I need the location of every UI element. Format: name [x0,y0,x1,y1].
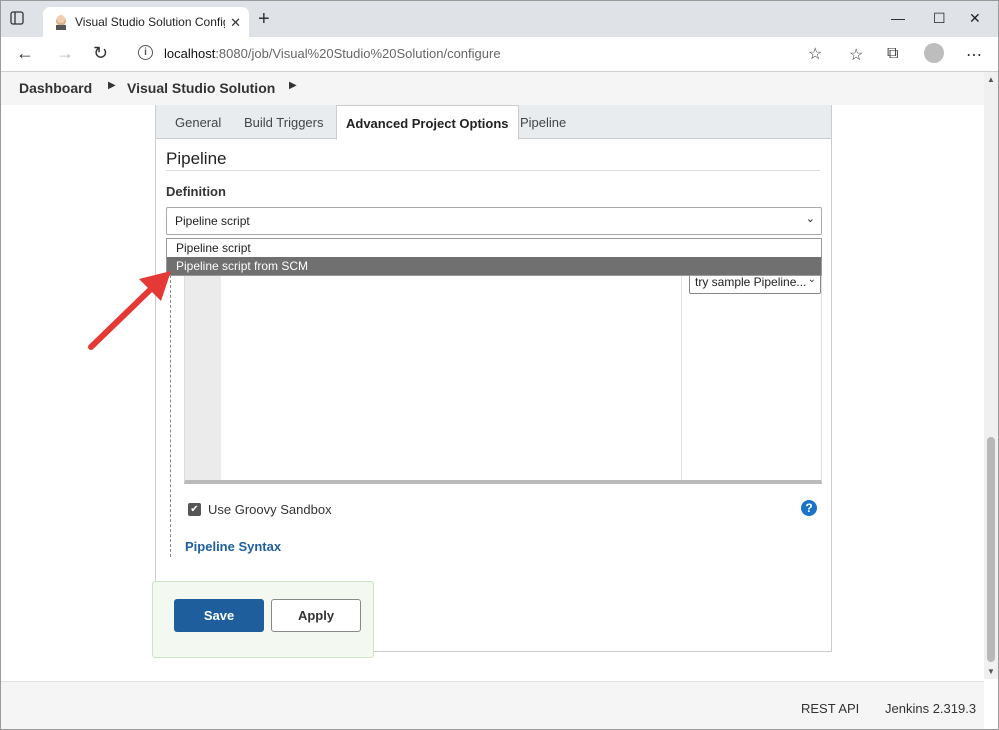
page-footer: REST API Jenkins 2.319.3 [1,681,984,729]
annotation-arrow-icon [88,271,171,350]
sample-pipeline-value: try sample Pipeline... [695,275,807,289]
site-info-icon[interactable]: i [138,45,153,60]
definition-dropdown: Pipeline script Pipeline script from SCM [166,238,822,276]
tab-close-icon[interactable]: ✕ [230,15,241,31]
more-menu-icon[interactable]: ⋯ [966,45,982,65]
breadcrumb-dashboard[interactable]: Dashboard [19,80,92,96]
browser-window: Visual Studio Solution Config [Je ✕ + — … [0,0,999,730]
breadcrumb: Dashboard ▶ Visual Studio Solution ▶ [1,72,984,105]
reload-icon[interactable]: ↻ [93,43,108,63]
page-scrollbar[interactable]: ▲ ▼ [984,72,998,679]
minimize-icon[interactable]: — [891,10,905,26]
config-panel: General Build Triggers Advanced Project … [155,105,832,652]
chevron-right-icon[interactable]: ▶ [289,80,297,91]
divider [166,170,820,171]
config-tabs: General Build Triggers Advanced Project … [156,105,831,140]
collections-icon[interactable]: ⧉ [887,45,898,63]
chevron-right-icon[interactable]: ▶ [108,80,116,91]
tab-title: Visual Studio Solution Config [Je [75,15,225,29]
breadcrumb-job[interactable]: Visual Studio Solution [127,80,275,96]
forward-icon[interactable]: → [56,43,74,63]
tab-advanced-project-options[interactable]: Advanced Project Options [336,105,519,140]
section-title: Pipeline [166,149,227,168]
url-text: localhost:8080/job/Visual%20Studio%20Sol… [164,46,501,61]
new-tab-icon[interactable]: + [258,9,270,29]
tab-general[interactable]: General [166,105,230,138]
rest-api-link[interactable]: REST API [801,701,859,716]
add-favorite-icon[interactable]: ☆ [808,44,822,64]
favorites-icon[interactable]: ☆ [849,45,863,65]
address-bar[interactable]: i localhost:8080/job/Visual%20Studio%20S… [126,40,836,67]
groovy-sandbox-label[interactable]: Use Groovy Sandbox [208,502,332,517]
jenkins-favicon-icon [53,14,69,30]
option-pipeline-script-from-scm[interactable]: Pipeline script from SCM [167,257,821,275]
option-pipeline-script[interactable]: Pipeline script [167,239,821,257]
pipeline-syntax-link[interactable]: Pipeline Syntax [185,539,281,554]
tab-pipeline[interactable]: Pipeline [511,105,575,138]
close-window-icon[interactable]: ✕ [969,10,981,27]
title-bar: Visual Studio Solution Config [Je ✕ + — … [1,1,998,37]
apply-button[interactable]: Apply [271,599,361,632]
editor-divider [681,274,682,480]
chevron-down-icon: ⌄ [805,213,815,225]
tab-build-triggers[interactable]: Build Triggers [235,105,332,138]
save-button[interactable]: Save [174,599,264,632]
scroll-thumb[interactable] [987,437,995,662]
editor-gutter [185,274,221,480]
browser-toolbar: ← → ↻ i localhost:8080/job/Visual%20Stud… [1,37,998,72]
back-icon[interactable]: ← [16,43,34,63]
scroll-up-icon[interactable]: ▲ [987,75,995,84]
script-editor[interactable] [184,273,822,484]
definition-select-value: Pipeline script [175,214,250,228]
maximize-icon[interactable]: ☐ [933,10,946,27]
jenkins-version[interactable]: Jenkins 2.319.3 [885,701,976,716]
help-icon[interactable]: ? [801,500,817,516]
groovy-sandbox-checkbox[interactable]: ✔ [188,503,201,516]
profile-avatar[interactable] [924,43,944,63]
definition-label: Definition [166,184,226,199]
browser-tab[interactable]: Visual Studio Solution Config [Je ✕ [43,7,249,37]
definition-select[interactable]: Pipeline script ⌄ [166,207,822,235]
form-actions: Save Apply [152,581,374,658]
scroll-down-icon[interactable]: ▼ [987,667,995,676]
tab-actions-icon[interactable] [9,10,29,30]
